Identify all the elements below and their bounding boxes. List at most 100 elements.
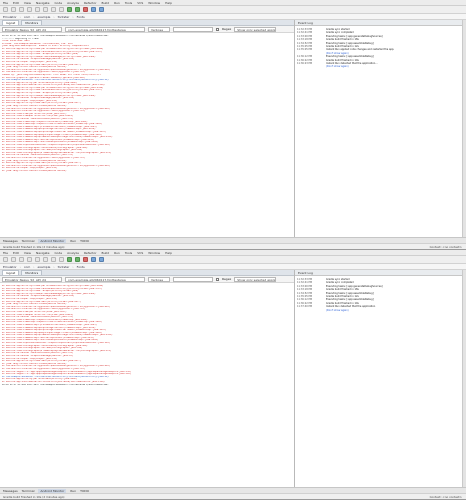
tab-android-monitor[interactable]: Android Monitor (38, 238, 67, 243)
menu-help[interactable]: Help (165, 1, 172, 5)
event-log-entry: (Don't show again) (297, 309, 464, 312)
logcat-output[interactable]: 02-16 22:57:31.494 2637-2637 com.example… (0, 33, 294, 237)
menu-refactor[interactable]: Refactor (84, 251, 97, 255)
sync-icon[interactable] (19, 7, 24, 12)
tab-run[interactable]: Run (70, 489, 76, 493)
cut-icon[interactable] (43, 7, 48, 12)
workspace: logcat Monitors Emulator Nexus_5X_API_24… (0, 270, 466, 487)
breadcrumb-separator-icon: › (53, 264, 55, 269)
breadcrumb-item[interactable]: com (24, 265, 30, 269)
paste-icon[interactable] (59, 257, 64, 262)
breadcrumb-item[interactable]: fontstar (58, 265, 70, 269)
menu-vcs[interactable]: VCS (137, 251, 143, 255)
menu-code[interactable]: Code (54, 1, 62, 5)
tab-todo[interactable]: TODO (80, 489, 89, 493)
menu-analyze[interactable]: Analyze (67, 251, 79, 255)
android-monitor-panel: logcat Monitors Emulator Nexus_5X_API_24… (0, 270, 295, 487)
menu-vcs[interactable]: VCS (137, 1, 143, 5)
workspace: logcat Monitors Emulator Nexus_5X_API_24… (0, 20, 466, 237)
menu-edit[interactable]: Edit (13, 1, 19, 5)
sdk-manager-icon[interactable] (99, 257, 104, 262)
breadcrumb-item[interactable]: example (37, 265, 50, 269)
menu-window[interactable]: Window (148, 251, 160, 255)
regex-checkbox[interactable] (216, 277, 219, 281)
menu-edit[interactable]: Edit (13, 251, 19, 255)
device-select[interactable]: Emulator Nexus_5X_API_24 (2, 26, 62, 32)
menu-navigate[interactable]: Navigate (36, 1, 49, 5)
tab-terminal[interactable]: Terminal (22, 489, 35, 493)
menu-code[interactable]: Code (54, 251, 62, 255)
cut-icon[interactable] (43, 257, 48, 262)
process-select[interactable]: com.example.a02960117.fonttestarea (65, 26, 145, 32)
breadcrumb-item[interactable]: Emulator (3, 265, 17, 269)
menu-build[interactable]: Build (102, 1, 110, 5)
menu-window[interactable]: Window (148, 1, 160, 5)
menu-navigate[interactable]: Navigate (36, 251, 49, 255)
breadcrumb-separator-icon: › (72, 14, 74, 19)
menu-build[interactable]: Build (102, 251, 110, 255)
menu-help[interactable]: Help (165, 251, 172, 255)
save-icon[interactable] (11, 257, 16, 262)
open-icon[interactable] (3, 257, 8, 262)
search-input[interactable] (173, 26, 213, 32)
device-select[interactable]: Emulator Nexus_5X_API_24 (2, 276, 62, 282)
right-tool-strip (462, 20, 466, 237)
event-link[interactable]: (Don't show again) (326, 65, 349, 68)
menu-refactor[interactable]: Refactor (84, 1, 97, 5)
menu-file[interactable]: File (3, 1, 8, 5)
tab-logcat[interactable]: logcat (2, 270, 20, 275)
tab-run[interactable]: Run (70, 239, 76, 243)
logcat-output[interactable]: at android.app.ActivityThread.performLau… (0, 283, 294, 487)
copy-icon[interactable] (51, 257, 56, 262)
undo-icon[interactable] (27, 7, 32, 12)
filter-mode-select[interactable]: Show only selected application (234, 26, 277, 32)
tab-android-monitor[interactable]: Android Monitor (38, 488, 67, 493)
menu-view[interactable]: View (24, 251, 31, 255)
event-time (297, 65, 323, 68)
menu-analyze[interactable]: Analyze (67, 1, 79, 5)
avd-manager-icon[interactable] (91, 7, 96, 12)
breadcrumb-item[interactable]: Fonts (77, 15, 85, 19)
tab-monitors[interactable]: Monitors (21, 270, 43, 275)
redo-icon[interactable] (35, 257, 40, 262)
save-icon[interactable] (11, 7, 16, 12)
redo-icon[interactable] (35, 7, 40, 12)
paste-icon[interactable] (59, 7, 64, 12)
breadcrumb-item[interactable]: Emulator (3, 15, 17, 19)
run-icon[interactable] (67, 257, 72, 262)
menu-run[interactable]: Run (114, 251, 120, 255)
sync-icon[interactable] (19, 257, 24, 262)
filter-mode-select[interactable]: Show only selected application (234, 276, 277, 282)
breadcrumb-item[interactable]: com (24, 15, 30, 19)
tab-messages[interactable]: Messages (3, 239, 18, 243)
tab-messages[interactable]: Messages (3, 489, 18, 493)
run-icon[interactable] (67, 7, 72, 12)
breadcrumb-item[interactable]: Fonts (77, 265, 85, 269)
event-link[interactable]: (Don't show again) (326, 309, 349, 312)
menu-tools[interactable]: Tools (125, 1, 132, 5)
log-level-select[interactable]: Verbose (148, 26, 170, 32)
menu-run[interactable]: Run (114, 1, 120, 5)
undo-icon[interactable] (27, 257, 32, 262)
tab-monitors[interactable]: Monitors (21, 20, 43, 25)
process-select[interactable]: com.example.a02960117.fonttestarea (65, 276, 145, 282)
tab-logcat[interactable]: logcat (2, 20, 20, 25)
avd-manager-icon[interactable] (91, 257, 96, 262)
breadcrumb-item[interactable]: fontstar (58, 15, 70, 19)
tab-terminal[interactable]: Terminal (22, 239, 35, 243)
menu-view[interactable]: View (24, 1, 31, 5)
search-input[interactable] (173, 276, 213, 282)
tab-todo[interactable]: TODO (80, 239, 89, 243)
open-icon[interactable] (3, 7, 8, 12)
debug-icon[interactable] (75, 257, 80, 262)
stop-icon[interactable] (83, 7, 88, 12)
menu-tools[interactable]: Tools (125, 251, 132, 255)
debug-icon[interactable] (75, 7, 80, 12)
stop-icon[interactable] (83, 257, 88, 262)
copy-icon[interactable] (51, 7, 56, 12)
regex-checkbox[interactable] (216, 27, 219, 31)
breadcrumb-item[interactable]: example (37, 15, 50, 19)
menu-file[interactable]: File (3, 251, 8, 255)
log-level-select[interactable]: Verbose (148, 276, 170, 282)
sdk-manager-icon[interactable] (99, 7, 104, 12)
